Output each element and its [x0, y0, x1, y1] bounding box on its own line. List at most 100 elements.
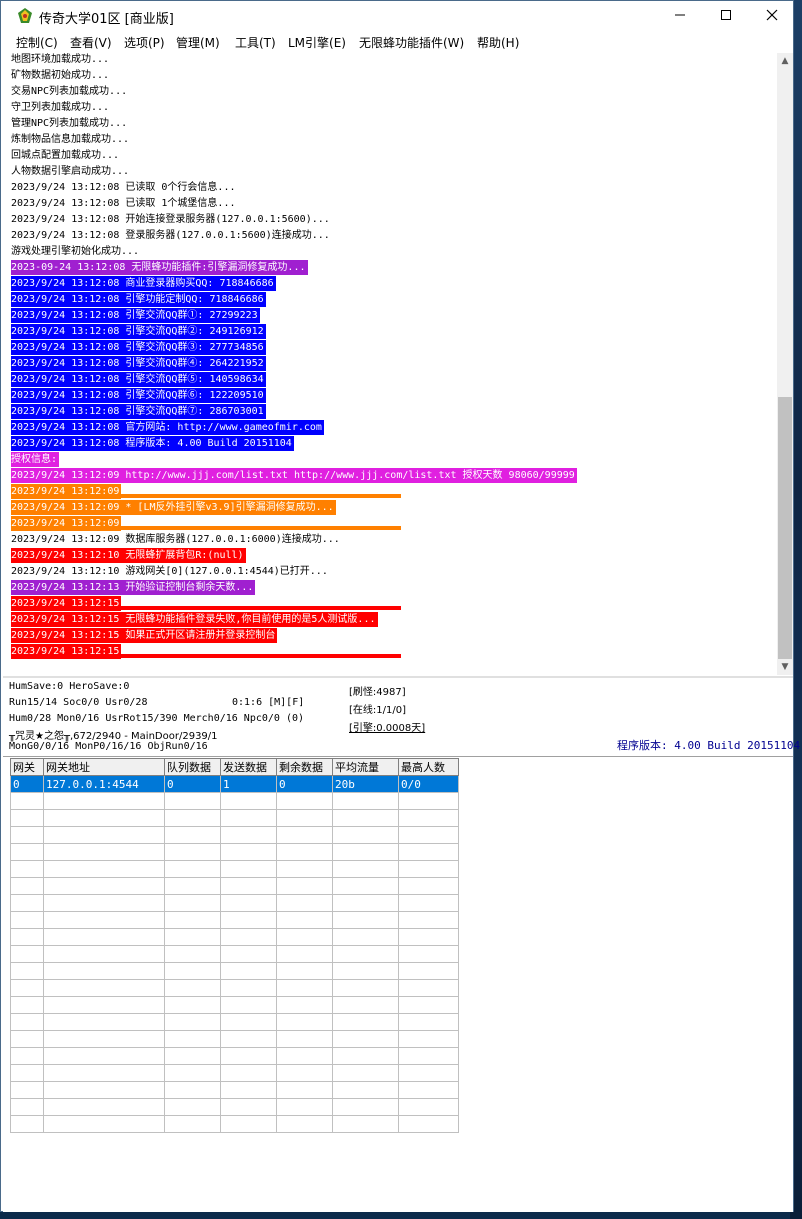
table-cell [164, 843, 221, 861]
table-cell [398, 792, 459, 810]
menu-manage[interactable]: 管理(M) [176, 34, 220, 51]
empty-row[interactable] [10, 843, 459, 861]
empty-row[interactable] [10, 1098, 459, 1116]
empty-row[interactable] [10, 826, 459, 844]
table-cell [43, 962, 165, 980]
table-cell [43, 1030, 165, 1048]
log-output[interactable]: 地图环境加载成功... 矿物数据初始成功... 交易NPC列表加载成功... 守卫列表… [3, 53, 777, 675]
empty-row[interactable] [10, 962, 459, 980]
menu-options[interactable]: 选项(P) [124, 34, 165, 51]
scroll-up-icon[interactable]: ▲ [777, 53, 793, 69]
menu-lm-engine[interactable]: LM引擎(E) [288, 34, 346, 51]
table-cell [398, 860, 459, 878]
empty-row[interactable] [10, 1013, 459, 1031]
table-cell [398, 1081, 459, 1099]
table-cell [276, 860, 333, 878]
table-cell [276, 1030, 333, 1048]
empty-row[interactable] [10, 911, 459, 929]
table-cell [398, 1013, 459, 1031]
scroll-down-icon[interactable]: ▼ [777, 659, 793, 675]
column-header[interactable]: 网关地址 [43, 758, 165, 776]
table-cell [220, 911, 277, 929]
table-cell [164, 877, 221, 895]
log-line: 2023/9/24 13:12:08 引擎交流QQ群⑤: 140598634 [11, 372, 266, 387]
table-cell [43, 1047, 165, 1065]
log-line: 2023/9/24 13:12:08 引擎交流QQ群⑦: 286703001 [11, 404, 266, 419]
table-cell [276, 962, 333, 980]
empty-row[interactable] [10, 1030, 459, 1048]
empty-row[interactable] [10, 1047, 459, 1065]
column-header[interactable]: 平均流量 [332, 758, 399, 776]
column-header[interactable]: 发送数据 [220, 758, 277, 776]
log-line: 2023/9/24 13:12:08 官方网站: http://www.game… [11, 420, 324, 435]
table-cell [398, 843, 459, 861]
table-cell [276, 1013, 333, 1031]
empty-row[interactable] [10, 809, 459, 827]
empty-row[interactable] [10, 894, 459, 912]
empty-row[interactable] [10, 792, 459, 810]
log-scrollbar[interactable]: ▲ ▼ [777, 53, 793, 675]
close-icon [766, 9, 778, 21]
run-stats: Run15/14 Soc0/0 Usr0/28 [9, 697, 148, 708]
engine-days[interactable]: [引擎:0.0008天] [349, 719, 425, 734]
table-cell [276, 979, 333, 997]
column-header[interactable]: 队列数据 [164, 758, 221, 776]
empty-row[interactable] [10, 877, 459, 895]
table-cell [276, 1064, 333, 1082]
menu-tools[interactable]: 工具(T) [235, 34, 276, 51]
table-cell [10, 1013, 44, 1031]
column-header[interactable]: 剩余数据 [276, 758, 333, 776]
divider [3, 676, 793, 678]
menu-control[interactable]: 控制(C) [16, 34, 58, 51]
refresh-count: [刷怪:4987] [349, 687, 406, 698]
table-row[interactable]: 0 127.0.0.1:4544 0 1 0 20b 0/0 [10, 775, 459, 793]
table-cell [398, 894, 459, 912]
empty-row[interactable] [10, 860, 459, 878]
gateway-table[interactable]: 网关 网关地址 队列数据 发送数据 剩余数据 平均流量 最高人数 0 127.0.0.1:45… [10, 758, 459, 1133]
table-cell [332, 1081, 399, 1099]
empty-row[interactable] [10, 928, 459, 946]
status-panel: HumSave:0 HeroSave:0 Run15/14 Soc0/0 Usr… [3, 679, 800, 755]
minimize-button[interactable] [657, 1, 703, 31]
column-header[interactable]: 最高人数 [398, 758, 459, 776]
table-cell [220, 1081, 277, 1099]
empty-row[interactable] [10, 979, 459, 997]
table-cell [276, 945, 333, 963]
title-bar[interactable]: 传奇大学01区 [商业版] [1, 1, 793, 31]
column-header[interactable]: 网关 [10, 758, 44, 776]
empty-row[interactable] [10, 945, 459, 963]
menu-view[interactable]: 查看(V) [70, 34, 112, 51]
empty-row[interactable] [10, 1064, 459, 1082]
save-stats: HumSave:0 HeroSave:0 [9, 681, 130, 692]
table-cell [43, 979, 165, 997]
empty-row[interactable] [10, 996, 459, 1014]
table-cell [220, 1115, 277, 1133]
table-cell [398, 826, 459, 844]
menu-help[interactable]: 帮助(H) [477, 34, 519, 51]
empty-row[interactable] [10, 1081, 459, 1099]
table-cell [10, 1064, 44, 1082]
table-cell [10, 1047, 44, 1065]
table-cell [332, 1013, 399, 1031]
table-cell [220, 1047, 277, 1065]
table-cell [398, 809, 459, 827]
log-line: 炼制物品信息加载成功... [11, 134, 130, 145]
table-cell [332, 979, 399, 997]
table-cell [332, 792, 399, 810]
minimize-icon [675, 14, 685, 16]
table-cell: 1 [220, 775, 277, 793]
table-cell [398, 979, 459, 997]
log-line: 2023-09-24 13:12:08 无限蜂功能插件:引擎漏洞修复成功... [11, 260, 308, 275]
table-cell [220, 1013, 277, 1031]
scroll-thumb[interactable] [778, 397, 792, 659]
table-cell [220, 1064, 277, 1082]
empty-row[interactable] [10, 1115, 459, 1133]
menu-plugin[interactable]: 无限蜂功能插件(W) [359, 34, 464, 51]
maximize-button[interactable] [703, 1, 749, 31]
table-cell [332, 809, 399, 827]
table-cell [43, 945, 165, 963]
table-cell [164, 1098, 221, 1116]
table-cell [10, 996, 44, 1014]
table-cell [332, 877, 399, 895]
close-button[interactable] [749, 1, 795, 31]
